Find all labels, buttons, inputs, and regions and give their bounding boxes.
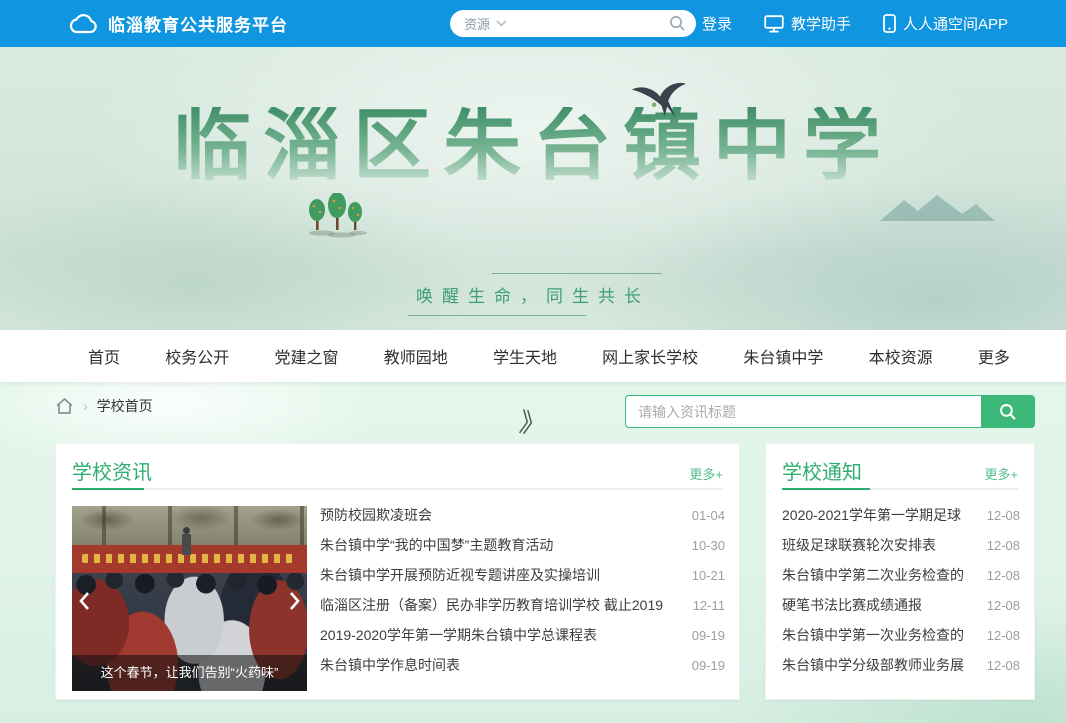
header-search-pill[interactable]: 资源	[450, 10, 696, 37]
item-title: 班级足球联赛轮次安排表	[782, 535, 936, 555]
swallow-icon	[632, 79, 690, 130]
item-title: 2020-2021学年第一学期足球	[782, 505, 961, 525]
nav-item-parents-school[interactable]: 网上家长学校	[602, 344, 698, 368]
list-item[interactable]: 朱台镇中学开展预防近视专题讲座及实操培训 10-21	[320, 560, 725, 590]
nav-item-teachers-garden[interactable]: 教师园地	[384, 344, 448, 368]
item-date: 09-19	[692, 658, 725, 673]
item-date: 12-11	[693, 598, 725, 613]
list-item[interactable]: 朱台镇中学“我的中国梦”主题教育活动 10-30	[320, 530, 725, 560]
item-title: 硬笔书法比赛成绩通报	[782, 595, 922, 615]
nav-item-more[interactable]: 更多	[978, 344, 1010, 368]
list-item[interactable]: 朱台镇中学作息时间表 09-19	[320, 650, 725, 680]
list-item[interactable]: 临淄区注册（备案）民办非学历教育培训学校 截止2019 12-11	[320, 590, 725, 620]
nav-item-students-world[interactable]: 学生天地	[493, 344, 557, 368]
phone-icon	[883, 14, 896, 33]
teaching-assistant-label: 教学助手	[791, 13, 851, 34]
notice-panel: 学校通知 更多+ 2020-2021学年第一学期足球 12-08 班级足球联赛轮…	[765, 443, 1035, 700]
banner-slogan: 唤醒生命，同生共长	[414, 273, 652, 316]
search-scope-label[interactable]: 资源	[464, 14, 490, 33]
renrentong-app-link[interactable]: 人人通空间APP	[883, 13, 1008, 34]
item-date: 10-30	[692, 538, 725, 553]
breadcrumb: › 学校首页	[55, 396, 153, 416]
list-item[interactable]: 班级足球联赛轮次安排表 12-08	[782, 530, 1020, 560]
list-item[interactable]: 朱台镇中学第二次业务检查的 12-08	[782, 560, 1020, 590]
brand-title: 临淄教育公共服务平台	[108, 11, 288, 36]
news-carousel[interactable]: 这个春节，让我们告别“火药味”	[72, 506, 307, 691]
search-button[interactable]	[981, 395, 1035, 428]
list-item[interactable]: 朱台镇中学第一次业务检查的 12-08	[782, 620, 1020, 650]
news-panel-title: 学校资讯	[72, 456, 152, 485]
teaching-assistant-link[interactable]: 教学助手	[764, 13, 851, 34]
news-list: 预防校园欺凌班会 01-04 朱台镇中学“我的中国梦”主题教育活动 10-30 …	[320, 500, 725, 680]
item-title: 预防校园欺凌班会	[320, 505, 432, 525]
main-nav: 首页 校务公开 党建之窗 教师园地 学生天地 网上家长学校 朱台镇中学 本校资源…	[0, 330, 1066, 382]
item-title: 2019-2020学年第一学期朱台镇中学总课程表	[320, 625, 597, 645]
item-date: 09-19	[692, 628, 725, 643]
brand: 临淄教育公共服务平台	[68, 11, 288, 36]
renrentong-app-label: 人人通空间APP	[903, 13, 1008, 34]
nav-item-school-resources[interactable]: 本校资源	[869, 344, 933, 368]
nav-item-school-affairs[interactable]: 校务公开	[165, 344, 229, 368]
item-title: 朱台镇中学第二次业务检查的	[782, 565, 964, 585]
content-area: 》 › 学校首页 学校资讯 更多+	[0, 382, 1066, 723]
login-link[interactable]: 登录	[702, 13, 732, 34]
cloud-icon	[68, 13, 98, 35]
notice-panel-title: 学校通知	[782, 456, 862, 485]
mountains-illustration	[880, 193, 995, 226]
news-search-bar	[625, 395, 1035, 428]
header-search-icon[interactable]	[669, 15, 686, 32]
item-date: 12-08	[987, 568, 1020, 583]
item-title: 朱台镇中学开展预防近视专题讲座及实操培训	[320, 565, 600, 585]
list-item[interactable]: 2019-2020学年第一学期朱台镇中学总课程表 09-19	[320, 620, 725, 650]
home-icon[interactable]	[55, 397, 74, 415]
item-title: 临淄区注册（备案）民办非学历教育培训学校 截止2019	[320, 595, 663, 615]
notice-list: 2020-2021学年第一学期足球 12-08 班级足球联赛轮次安排表 12-0…	[782, 500, 1020, 680]
item-date: 12-08	[987, 628, 1020, 643]
login-label: 登录	[702, 13, 732, 34]
item-title: 朱台镇中学“我的中国梦”主题教育活动	[320, 535, 553, 555]
item-date: 01-04	[692, 508, 725, 523]
nav-item-party-building[interactable]: 党建之窗	[274, 344, 338, 368]
search-icon	[999, 403, 1017, 421]
item-title: 朱台镇中学第一次业务检查的	[782, 625, 964, 645]
breadcrumb-current[interactable]: 学校首页	[97, 396, 153, 416]
carousel-next-button[interactable]	[289, 591, 301, 611]
photo-speaker-figure	[182, 534, 191, 555]
breadcrumb-chevron-icon: ›	[83, 398, 88, 414]
carousel-caption[interactable]: 这个春节，让我们告别“火药味”	[72, 655, 307, 691]
panel-underline	[782, 488, 1018, 490]
news-panel: 学校资讯 更多+ 这个春节，让我们告别“火药味” 预防校园欺凌班会 01-04 …	[55, 443, 740, 700]
list-item[interactable]: 预防校园欺凌班会 01-04	[320, 500, 725, 530]
trees-illustration	[306, 193, 368, 244]
item-date: 12-08	[987, 538, 1020, 553]
panel-underline	[72, 488, 723, 490]
nav-item-home[interactable]: 首页	[88, 344, 120, 368]
header-links: 登录 教学助手 人人通空间APP	[702, 0, 1008, 47]
item-date: 12-08	[987, 658, 1020, 673]
carousel-prev-button[interactable]	[78, 591, 90, 611]
news-more-link[interactable]: 更多+	[689, 464, 723, 483]
monitor-icon	[764, 15, 784, 33]
item-date: 10-21	[692, 568, 725, 583]
notice-more-link[interactable]: 更多+	[984, 464, 1018, 483]
item-date: 12-08	[987, 598, 1020, 613]
background-decoration: 》	[517, 402, 549, 443]
news-search-input[interactable]	[625, 395, 981, 428]
chevron-down-icon[interactable]	[496, 20, 507, 27]
list-item[interactable]: 2020-2021学年第一学期足球 12-08	[782, 500, 1020, 530]
item-title: 朱台镇中学分级部教师业务展	[782, 655, 964, 675]
item-title: 朱台镇中学作息时间表	[320, 655, 460, 675]
nav-item-zhutai-school[interactable]: 朱台镇中学	[743, 344, 823, 368]
hero-banner: 临淄区朱台镇中学 唤醒生命，同生共长	[0, 47, 1066, 330]
school-name: 临淄区朱台镇中学	[0, 107, 1066, 185]
list-item[interactable]: 朱台镇中学分级部教师业务展 12-08	[782, 650, 1020, 680]
item-date: 12-08	[987, 508, 1020, 523]
top-bar: 临淄教育公共服务平台 资源 登录 教学助手 人人通空间APP	[0, 0, 1066, 47]
list-item[interactable]: 硬笔书法比赛成绩通报 12-08	[782, 590, 1020, 620]
